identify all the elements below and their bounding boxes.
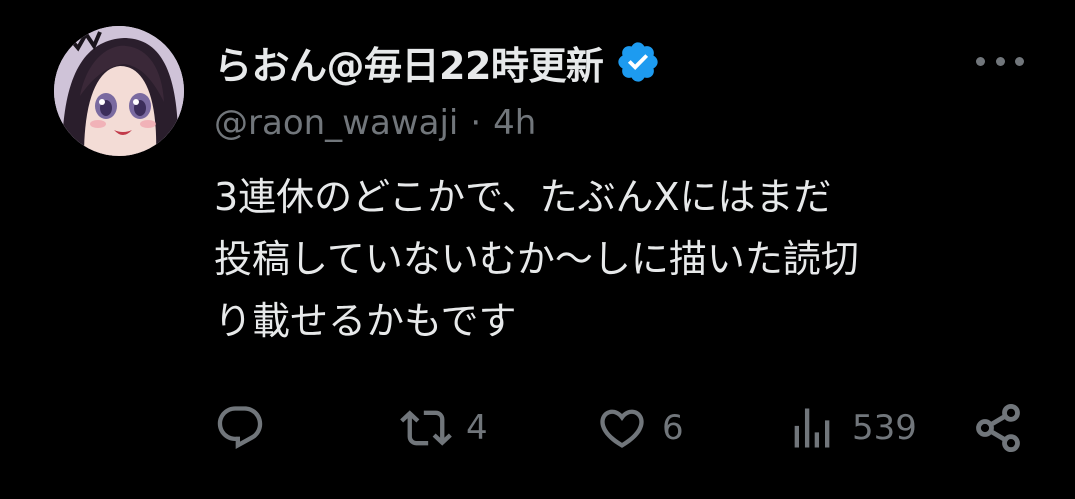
- tweet-text: 3連休のどこかで、たぶんXにはまだ 投稿していないむか～しに描いた読切 り載せる…: [214, 166, 1044, 352]
- more-dot-icon: [1015, 56, 1024, 66]
- tweet[interactable]: らおん@毎日22時更新 @raon_wawaji · 4h 3連休のどこかで、た…: [0, 0, 1075, 499]
- author-row: らおん@毎日22時更新: [214, 36, 661, 88]
- views-icon: [794, 408, 830, 448]
- share-icon: [976, 403, 1020, 453]
- like-count: 6: [662, 408, 684, 448]
- reply-button[interactable]: [214, 402, 266, 454]
- tweet-meta: @raon_wawaji · 4h: [214, 100, 536, 146]
- like-button[interactable]: 6: [596, 402, 684, 454]
- retweet-icon: [400, 410, 452, 446]
- tweet-text-line: 投稿していないむか～しに描いた読切: [214, 237, 859, 281]
- views-button[interactable]: 539: [786, 402, 917, 454]
- timestamp[interactable]: 4h: [493, 103, 536, 143]
- action-bar: 4 6 539: [214, 402, 1034, 454]
- share-button[interactable]: [972, 402, 1024, 454]
- tweet-text-line: 3連休のどこかで、たぶんXにはまだ: [214, 175, 832, 219]
- meta-separator: ·: [470, 103, 482, 143]
- more-options-button[interactable]: [974, 46, 1026, 76]
- verified-badge-icon: [618, 42, 659, 82]
- avatar[interactable]: [54, 26, 184, 156]
- retweet-button[interactable]: 4: [400, 402, 488, 454]
- more-dot-icon: [976, 56, 985, 66]
- heart-icon: [600, 409, 644, 448]
- reply-icon: [217, 406, 263, 450]
- avatar-image: [54, 26, 184, 156]
- tweet-text-line: り載せるかもです: [214, 299, 517, 343]
- more-dot-icon: [995, 56, 1005, 66]
- retweet-count: 4: [466, 408, 488, 448]
- display-name[interactable]: らおん@毎日22時更新: [214, 35, 604, 90]
- handle[interactable]: @raon_wawaji: [214, 103, 458, 143]
- views-count: 539: [852, 408, 917, 448]
